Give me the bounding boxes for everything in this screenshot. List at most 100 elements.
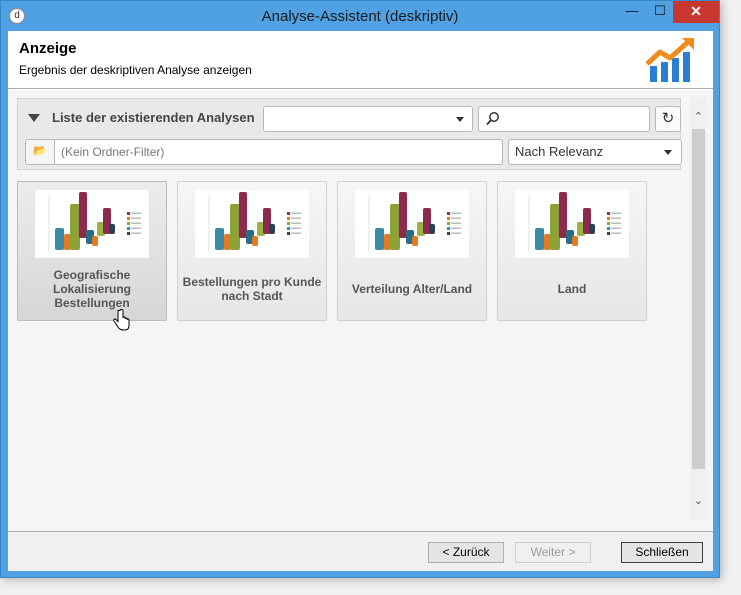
- thumbnail-bar: [239, 192, 247, 238]
- thumbnail-legend-swatch: [287, 232, 290, 235]
- wizard-header: Anzeige Ergebnis der deskriptiven Analys…: [8, 31, 713, 89]
- search-icon: [486, 112, 499, 126]
- page-title: Anzeige: [19, 40, 77, 57]
- thumbnail-bar: [70, 204, 80, 250]
- thumbnail-bar: [269, 224, 275, 234]
- folder-filter-field[interactable]: (Kein Ordner-Filter): [55, 139, 503, 165]
- thumbnail-legend-swatch: [287, 222, 290, 225]
- thumbnail-legend-line: [451, 212, 461, 214]
- next-button[interactable]: Weiter >: [515, 542, 591, 563]
- maximize-button[interactable]: ☐: [645, 1, 675, 23]
- thumbnail-legend-swatch: [607, 227, 610, 230]
- scroll-down-icon[interactable]: ⌄: [690, 493, 707, 510]
- vertical-scrollbar[interactable]: ⌃ ⌄: [690, 97, 707, 520]
- wizard-footer: < Zurück Weiter > Schließen: [8, 531, 713, 571]
- analysis-card[interactable]: Land: [497, 181, 647, 321]
- sort-value: Nach Relevanz: [515, 144, 604, 159]
- thumbnail-legend-line: [291, 217, 301, 219]
- thumbnail-legend-line: [451, 217, 461, 219]
- thumbnail-legend-swatch: [607, 222, 610, 225]
- thumbnail-legend-swatch: [607, 212, 610, 215]
- thumbnail-bar: [64, 234, 71, 250]
- thumbnail-bar: [230, 204, 240, 250]
- thumbnail-legend-swatch: [447, 222, 450, 225]
- chart-thumbnail: [195, 190, 309, 258]
- thumbnail-bar: [252, 236, 258, 246]
- analysis-card[interactable]: Bestellungen pro Kunde nach Stadt: [177, 181, 327, 321]
- thumbnail-legend-line: [611, 212, 621, 214]
- folder-picker-button[interactable]: 📂: [25, 139, 55, 165]
- analysis-card[interactable]: Geografische Lokalisierung Bestellungen: [17, 181, 167, 321]
- chevron-down-icon: [664, 150, 672, 155]
- dialog-client: Anzeige Ergebnis der deskriptiven Analys…: [8, 31, 713, 571]
- chevron-down-icon: [456, 117, 464, 122]
- thumbnail-legend-swatch: [287, 227, 290, 230]
- search-input[interactable]: [478, 106, 650, 132]
- analysis-type-dropdown[interactable]: [263, 106, 473, 132]
- thumbnail-legend-line: [131, 212, 141, 214]
- thumbnail-legend-swatch: [287, 212, 290, 215]
- thumbnail-bar: [589, 224, 595, 234]
- thumbnail-legend-line: [451, 227, 461, 229]
- close-window-button[interactable]: ✕: [673, 1, 719, 23]
- analysis-card[interactable]: Verteilung Alter/Land: [337, 181, 487, 321]
- thumbnail-legend-swatch: [447, 227, 450, 230]
- analysis-card-label: Land: [557, 282, 587, 296]
- thumbnail-legend-line: [611, 217, 621, 219]
- refresh-button[interactable]: ↻: [655, 106, 681, 132]
- thumbnail-legend-swatch: [447, 212, 450, 215]
- minimize-button[interactable]: —: [617, 1, 647, 23]
- thumbnail-bar: [535, 228, 544, 250]
- chart-thumbnail: [35, 190, 149, 258]
- thumbnail-legend-line: [131, 232, 141, 234]
- page-subtitle: Ergebnis der deskriptiven Analyse anzeig…: [19, 63, 252, 77]
- thumbnail-bar: [544, 234, 551, 250]
- thumbnail-bar: [92, 236, 98, 246]
- thumbnail-bar: [390, 204, 400, 250]
- collapse-triangle-icon[interactable]: [28, 114, 40, 122]
- window-title: Analyse-Assistent (deskriptiv): [261, 8, 459, 25]
- back-button[interactable]: < Zurück: [428, 542, 504, 563]
- thumbnail-bar: [55, 228, 64, 250]
- thumbnail-bar: [215, 228, 224, 250]
- sort-dropdown[interactable]: Nach Relevanz: [508, 139, 682, 165]
- thumbnail-legend-swatch: [607, 217, 610, 220]
- thumbnail-legend-swatch: [127, 217, 130, 220]
- thumbnail-bar: [412, 236, 418, 246]
- thumbnail-legend-line: [611, 227, 621, 229]
- thumbnail-legend-swatch: [127, 222, 130, 225]
- refresh-icon: ↻: [661, 110, 675, 127]
- thumbnail-legend-line: [131, 222, 141, 224]
- thumbnail-bar: [375, 228, 384, 250]
- thumbnail-legend-swatch: [127, 227, 130, 230]
- list-title: Liste der existierenden Analysen: [52, 110, 255, 125]
- thumbnail-legend-line: [291, 227, 301, 229]
- chart-thumbnail: [515, 190, 629, 258]
- thumbnail-legend-swatch: [447, 217, 450, 220]
- thumbnail-bar: [384, 234, 391, 250]
- analytics-chart-icon: [645, 38, 694, 82]
- thumbnail-bar: [79, 192, 87, 238]
- thumbnail-legend-line: [291, 212, 301, 214]
- thumbnail-legend-line: [131, 227, 141, 229]
- thumbnail-bar: [109, 224, 115, 234]
- thumbnail-legend-swatch: [607, 232, 610, 235]
- dialog-window: d Analyse-Assistent (deskriptiv) — ☐ ✕ A…: [0, 0, 720, 578]
- thumbnail-legend-swatch: [127, 232, 130, 235]
- analysis-card-label: Bestellungen pro Kunde nach Stadt: [182, 275, 322, 303]
- thumbnail-bar: [224, 234, 231, 250]
- thumbnail-legend-line: [291, 232, 301, 234]
- thumbnail-legend-line: [611, 222, 621, 224]
- thumbnail-bar: [550, 204, 560, 250]
- thumbnail-legend-line: [131, 217, 141, 219]
- hand-cursor-icon: [113, 309, 130, 331]
- title-bar[interactable]: d Analyse-Assistent (deskriptiv) — ☐ ✕: [1, 1, 719, 31]
- close-button[interactable]: Schließen: [621, 542, 703, 563]
- thumbnail-bar: [429, 224, 435, 234]
- analysis-card-label: Verteilung Alter/Land: [351, 282, 473, 296]
- folder-icon: 📂: [33, 145, 47, 157]
- thumbnail-legend-line: [291, 222, 301, 224]
- scroll-up-icon[interactable]: ⌃: [690, 109, 707, 126]
- thumbnail-legend-line: [451, 222, 461, 224]
- scrollbar-thumb[interactable]: [692, 129, 705, 469]
